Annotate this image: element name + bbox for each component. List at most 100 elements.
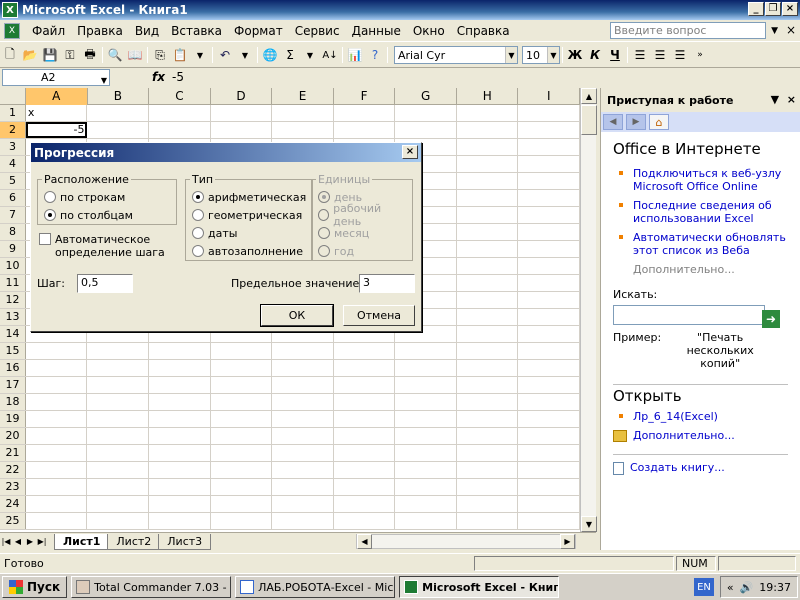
menu-help[interactable]: Справка <box>451 24 516 38</box>
cell[interactable] <box>395 377 457 393</box>
cell[interactable] <box>457 292 519 308</box>
row-header[interactable]: 24 <box>0 496 26 512</box>
cell[interactable] <box>87 343 150 359</box>
cell[interactable] <box>272 343 334 359</box>
cell[interactable] <box>87 513 150 529</box>
cell[interactable] <box>457 105 519 121</box>
cell[interactable] <box>457 377 519 393</box>
bold-button[interactable]: Ж <box>566 46 584 64</box>
align-right-icon[interactable]: ☰ <box>671 46 689 64</box>
cancel-button[interactable]: Отмена <box>343 305 415 326</box>
cell[interactable] <box>26 428 88 444</box>
cell[interactable] <box>211 479 273 495</box>
cell[interactable] <box>87 428 150 444</box>
cell[interactable] <box>334 428 396 444</box>
scroll-left-icon[interactable]: ◀ <box>357 534 372 549</box>
cell[interactable] <box>149 122 211 138</box>
cell[interactable] <box>518 173 580 189</box>
cell[interactable] <box>518 462 580 478</box>
cell[interactable] <box>457 207 519 223</box>
cell[interactable] <box>395 105 457 121</box>
cell[interactable] <box>518 258 580 274</box>
cell[interactable] <box>457 428 519 444</box>
row-header[interactable]: 5 <box>0 173 26 189</box>
cell[interactable] <box>457 513 519 529</box>
cell[interactable] <box>87 462 150 478</box>
cell[interactable] <box>334 496 396 512</box>
cell[interactable] <box>87 496 150 512</box>
cell[interactable] <box>395 513 457 529</box>
cell[interactable] <box>211 428 273 444</box>
cell[interactable] <box>149 445 211 461</box>
cell[interactable] <box>26 343 88 359</box>
cell[interactable] <box>457 326 519 342</box>
cell[interactable] <box>211 343 273 359</box>
search-go-icon[interactable]: ➜ <box>762 310 780 328</box>
help-search-input[interactable]: Введите вопрос <box>610 22 766 39</box>
cell[interactable] <box>518 377 580 393</box>
menu-format[interactable]: Формат <box>228 24 289 38</box>
cell[interactable] <box>26 445 88 461</box>
cell[interactable] <box>518 411 580 427</box>
cell[interactable] <box>272 411 334 427</box>
row-header[interactable]: 8 <box>0 224 26 240</box>
radio-autofill[interactable]: автозаполнение <box>192 242 306 260</box>
sheet-tab-1[interactable]: Лист1 <box>54 533 110 550</box>
cell[interactable] <box>457 445 519 461</box>
tray-expand-icon[interactable]: « <box>727 581 734 594</box>
cell[interactable] <box>518 156 580 172</box>
cell[interactable] <box>334 479 396 495</box>
row-header[interactable]: 9 <box>0 241 26 257</box>
column-header[interactable]: C <box>149 88 211 105</box>
permission-icon[interactable]: ⚿ <box>61 46 79 64</box>
cell[interactable] <box>87 411 150 427</box>
cell[interactable] <box>272 479 334 495</box>
sheet-tab-3[interactable]: Лист3 <box>158 533 212 550</box>
cell[interactable] <box>87 360 150 376</box>
research-icon[interactable]: 📖 <box>126 46 144 64</box>
next-sheet-icon[interactable]: ▶ <box>24 537 36 546</box>
autosum-icon[interactable]: Σ <box>281 46 299 64</box>
cell[interactable] <box>395 394 457 410</box>
cell[interactable] <box>334 343 396 359</box>
prev-sheet-icon[interactable]: ◀ <box>12 537 24 546</box>
cell[interactable] <box>211 394 273 410</box>
workbook-icon[interactable]: X <box>4 22 20 39</box>
cell[interactable] <box>395 479 457 495</box>
cell[interactable] <box>211 445 273 461</box>
cell[interactable] <box>149 411 211 427</box>
cell[interactable] <box>272 105 334 121</box>
cell[interactable] <box>518 445 580 461</box>
row-header[interactable]: 7 <box>0 207 26 223</box>
forward-icon[interactable]: ▶ <box>626 114 646 130</box>
scroll-thumb[interactable] <box>581 105 597 135</box>
cell[interactable] <box>272 462 334 478</box>
row-header[interactable]: 6 <box>0 190 26 206</box>
column-header[interactable]: F <box>334 88 396 105</box>
cell[interactable] <box>26 411 88 427</box>
radio-by-rows[interactable]: по строкам <box>44 188 170 206</box>
cell[interactable]: -5 <box>25 122 88 138</box>
italic-button[interactable]: К <box>586 46 604 64</box>
print-preview-icon[interactable]: 🔍 <box>106 46 124 64</box>
cell[interactable] <box>395 122 457 138</box>
close-button[interactable]: × <box>782 2 798 16</box>
cell[interactable] <box>149 496 211 512</box>
cell[interactable] <box>272 428 334 444</box>
link-latest-news[interactable]: Последние сведения об использовании Exce… <box>619 199 788 225</box>
cell[interactable] <box>87 105 150 121</box>
align-left-icon[interactable]: ☰ <box>631 46 649 64</box>
formula-input[interactable]: -5 <box>172 70 184 84</box>
cell[interactable] <box>457 139 519 155</box>
taskbar-word-doc[interactable]: ЛАБ.РОБОТА-Excel - Mic... <box>235 576 396 598</box>
cell[interactable] <box>26 513 88 529</box>
cell[interactable] <box>395 428 457 444</box>
radio-geometric[interactable]: геометрическая <box>192 206 306 224</box>
cell[interactable] <box>26 479 88 495</box>
cell[interactable] <box>149 105 211 121</box>
radio-by-columns[interactable]: по столбцам <box>44 206 170 224</box>
back-icon[interactable]: ◀ <box>603 114 623 130</box>
chart-wizard-icon[interactable]: 📊 <box>346 46 364 64</box>
undo-dropdown-icon[interactable]: ▼ <box>236 46 254 64</box>
search-input[interactable] <box>613 305 765 325</box>
